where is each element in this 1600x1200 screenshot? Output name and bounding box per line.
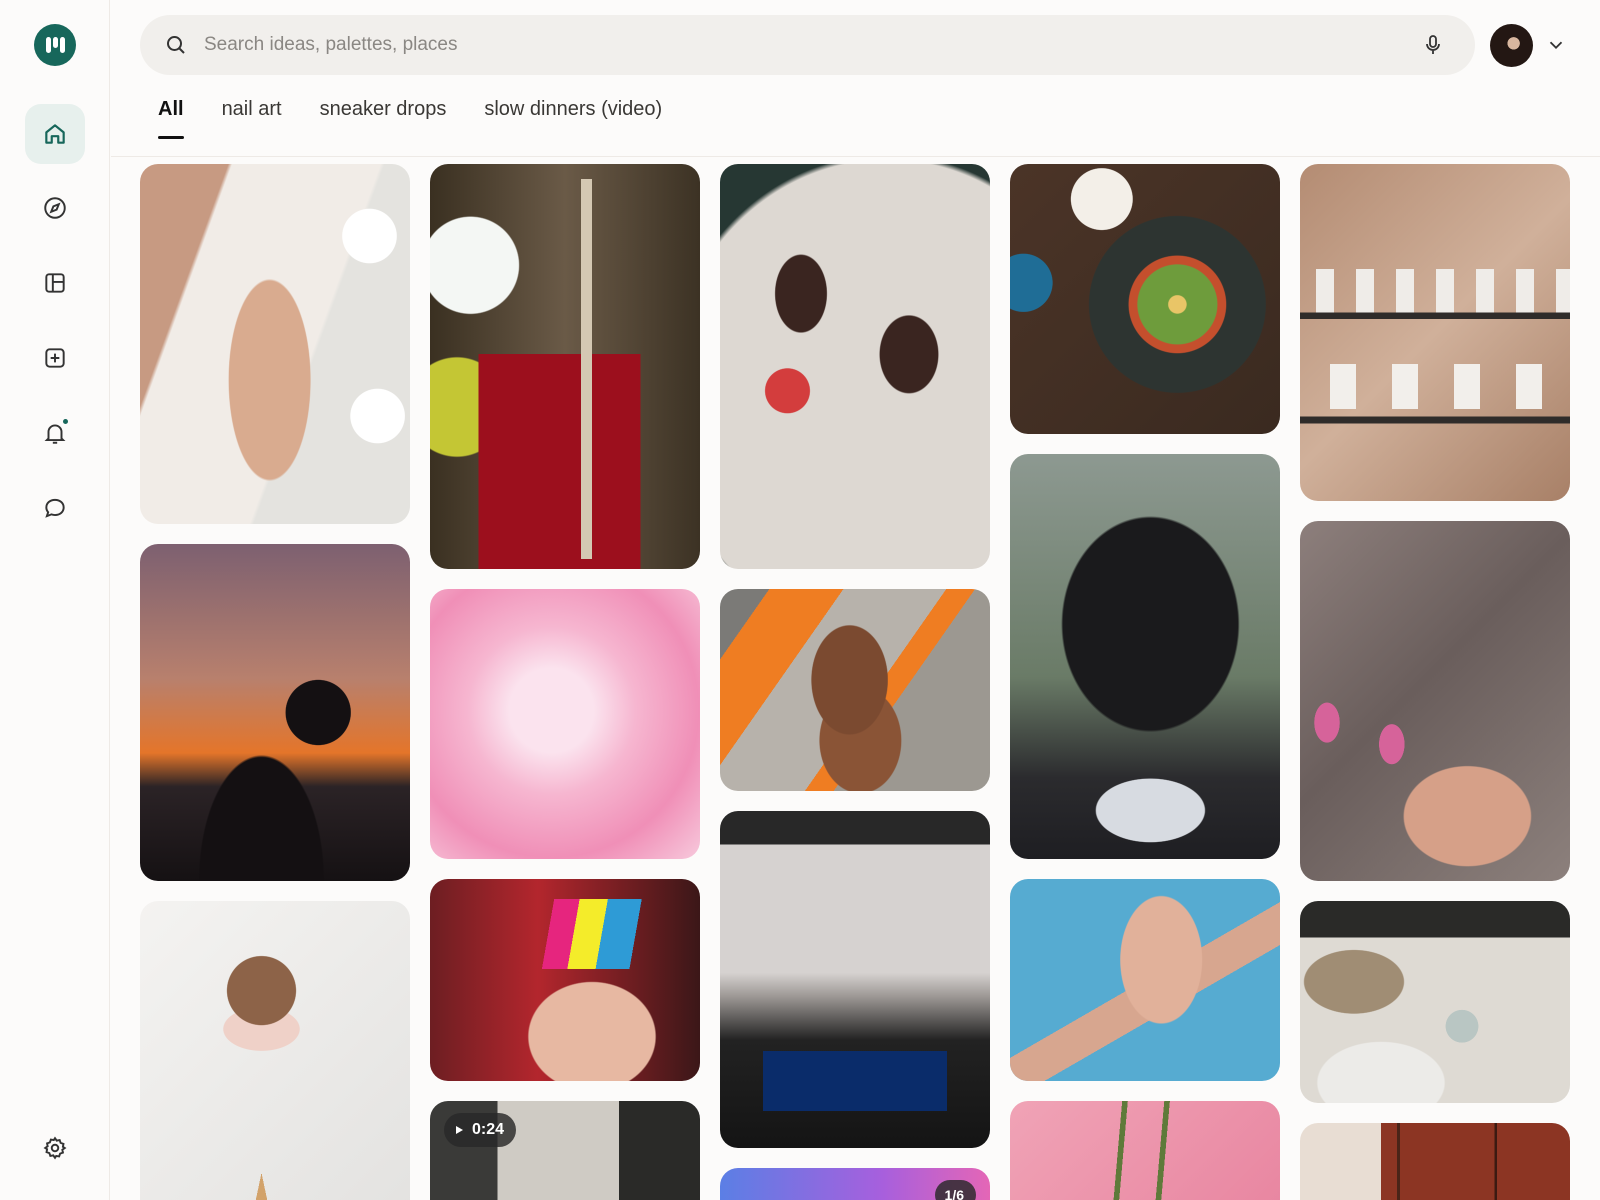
pin-card[interactable]	[1010, 879, 1280, 1081]
pin-image-detail	[1300, 164, 1570, 501]
sidebar-item-messages[interactable]	[25, 478, 85, 538]
pin-image-detail	[1010, 164, 1280, 434]
pin-image-detail	[430, 879, 700, 1081]
search-input[interactable]	[204, 25, 1384, 65]
carousel-count: 1/6	[944, 1187, 964, 1200]
search-bar	[140, 15, 1475, 75]
pin-card[interactable]	[430, 164, 700, 569]
pin-card[interactable]	[1010, 164, 1280, 434]
pin-image-detail	[140, 164, 410, 524]
pin-image-detail	[1010, 1101, 1280, 1200]
tabs-divider	[111, 156, 1600, 157]
carousel-count-badge: 1/6	[934, 1180, 976, 1200]
pin-card[interactable]	[140, 901, 410, 1200]
logo-icon	[46, 37, 65, 53]
pin-card[interactable]	[1300, 1123, 1570, 1200]
app-root: All nail art sneaker drops slow dinners …	[0, 0, 1600, 1200]
pin-image-detail	[140, 901, 410, 1200]
pin-image-detail	[1300, 901, 1570, 1103]
pin-image-detail	[1010, 879, 1280, 1081]
tab-slow-dinners-video[interactable]: slow dinners (video)	[484, 98, 662, 142]
pin-image-detail	[1300, 1123, 1570, 1200]
pin-card[interactable]	[720, 811, 990, 1148]
pin-card[interactable]	[140, 544, 410, 881]
play-icon	[456, 1126, 463, 1134]
sidebar-item-explore[interactable]	[25, 178, 85, 238]
chat-icon	[45, 498, 65, 518]
pin-card[interactable]	[1010, 1101, 1280, 1200]
search-icon	[167, 36, 185, 54]
app-logo[interactable]	[34, 24, 76, 66]
chevron-down-icon[interactable]	[1545, 34, 1567, 56]
video-duration-badge: 0:24	[444, 1113, 517, 1147]
pin-card[interactable]	[1300, 164, 1570, 501]
pin-image-detail	[720, 164, 990, 569]
pin-card[interactable]	[720, 164, 990, 569]
tab-sneaker-drops[interactable]: sneaker drops	[320, 98, 447, 142]
pin-card[interactable]	[430, 589, 700, 859]
plus-square-icon	[45, 348, 65, 368]
pin-card[interactable]: 0:24	[430, 1101, 700, 1200]
pin-card[interactable]	[140, 164, 410, 524]
layout-icon	[45, 273, 65, 293]
straw	[430, 164, 700, 569]
sidebar-item-home[interactable]	[25, 104, 85, 164]
pin-image	[430, 589, 700, 859]
pin-image-detail	[720, 811, 990, 1148]
compass-icon	[44, 197, 66, 219]
settings-button[interactable]	[25, 1118, 85, 1178]
pin-image-detail	[140, 544, 410, 881]
sidebar-item-boards[interactable]	[25, 253, 85, 313]
sidebar	[0, 0, 110, 1200]
pin-card[interactable]	[430, 879, 700, 1081]
avatar[interactable]	[1490, 24, 1533, 67]
sidebar-item-create[interactable]	[25, 328, 85, 388]
home-icon	[45, 124, 65, 144]
pin-image-detail	[1010, 454, 1280, 859]
tab-all[interactable]: All	[158, 98, 184, 142]
gear-icon	[43, 1136, 67, 1160]
pin-card[interactable]	[1300, 901, 1570, 1103]
pin-card[interactable]	[720, 589, 990, 791]
pin-card[interactable]	[1010, 454, 1280, 859]
microphone-icon[interactable]	[1421, 33, 1445, 57]
notification-dot	[63, 419, 68, 424]
pin-card[interactable]: 1/6	[720, 1168, 990, 1200]
category-tabs: All nail art sneaker drops slow dinners …	[158, 98, 662, 142]
sidebar-item-notifications[interactable]	[25, 403, 85, 463]
video-duration: 0:24	[472, 1121, 505, 1138]
pin-image-detail	[1300, 521, 1570, 881]
tab-nail-art[interactable]: nail art	[222, 98, 282, 142]
pin-image-detail	[720, 589, 990, 791]
pin-card[interactable]	[1300, 521, 1570, 881]
